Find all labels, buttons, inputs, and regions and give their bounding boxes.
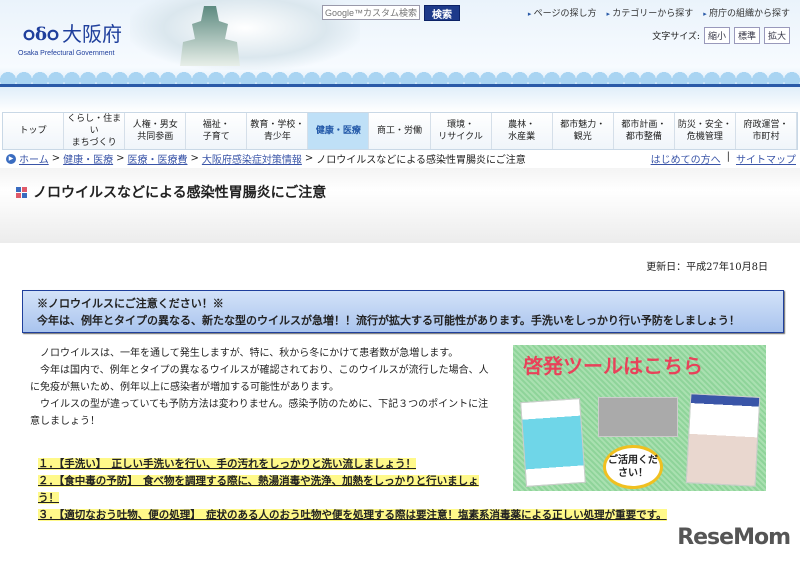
page-title: ノロウイルスなどによる感染性胃腸炎にご注意 bbox=[16, 182, 326, 202]
search-button[interactable]: 検索 bbox=[424, 5, 460, 21]
paragraph: 今年は国内で、例年とタイプの異なるウイルスが確認されており、このウイルスが流行し… bbox=[30, 365, 489, 393]
nav-item[interactable]: 農林・ 水産業 bbox=[492, 113, 553, 149]
title-bar: ノロウイルスなどによる感染性胃腸炎にご注意 bbox=[0, 168, 800, 243]
notice-box: ※ノロウイルスにご注意ください！※ 今年は、例年とタイプの異なる、新たな型のウイ… bbox=[22, 290, 784, 333]
breadcrumb-sep: > bbox=[116, 153, 125, 164]
breadcrumb-sep: > bbox=[304, 153, 314, 164]
site-logo[interactable]: ｏδｏ 大阪府 bbox=[20, 18, 122, 47]
breadcrumb-sep: > bbox=[190, 153, 199, 164]
nav-item[interactable]: 府政運営・ 市町村 bbox=[736, 113, 798, 149]
nav-item[interactable]: トップ bbox=[3, 113, 65, 149]
nav-item[interactable]: 商工・労働 bbox=[369, 113, 431, 149]
font-larger-button[interactable]: 拡大 bbox=[763, 27, 790, 44]
logo-en: Osaka Prefectural Government bbox=[18, 50, 115, 57]
breadcrumb-current: ノロウイルスなどによる感染性胃腸炎にご注意 bbox=[316, 155, 526, 166]
page-title-text: ノロウイルスなどによる感染性胃腸炎にご注意 bbox=[33, 185, 327, 201]
font-smaller-button[interactable]: 縮小 bbox=[703, 27, 730, 44]
breadcrumb-arrow-icon: ▶ bbox=[6, 153, 16, 164]
nav-item-active[interactable]: 健康・医療 bbox=[308, 113, 370, 149]
intro-text: ノロウイルスは、一年を通して発生しますが、特に、秋から冬にかけて患者数が急増しま… bbox=[30, 345, 490, 430]
nav-item[interactable]: 都市計画・ 都市整備 bbox=[614, 113, 675, 149]
breadcrumb: ▶ ホーム > 健康・医療 > 医療・医療費 > 大阪府感染症対策情報 > ノロウイルス… bbox=[6, 151, 796, 166]
font-size-label: 文字サイズ: bbox=[652, 32, 700, 42]
divider: | bbox=[726, 151, 730, 162]
tool-banner-title: 啓発ツールはこちら bbox=[523, 354, 703, 378]
nav-item[interactable]: 都市魅力・ 観光 bbox=[553, 113, 614, 149]
global-nav: トップ くらし・住まい まちづくり 人権・男女 共同参画 福祉・ 子育て 教育・… bbox=[2, 112, 798, 150]
font-normal-button[interactable]: 標準 bbox=[733, 27, 760, 44]
breadcrumb-home[interactable]: ホーム bbox=[19, 151, 49, 166]
sitemap-link[interactable]: サイトマップ bbox=[736, 151, 796, 166]
skyline-decoration bbox=[0, 66, 800, 86]
breadcrumb-health[interactable]: 健康・医療 bbox=[63, 151, 113, 166]
point-item: １．【手洗い】 正しい手洗いを行い、手の汚れをしっかりと洗い流しましょう！ bbox=[38, 458, 416, 470]
logo-text: 大阪府 bbox=[62, 22, 123, 46]
search-input[interactable] bbox=[322, 5, 420, 20]
notice-heading: ※ノロウイルスにご注意ください！※ bbox=[37, 297, 224, 310]
video-thumbnail bbox=[598, 397, 678, 437]
title-squares-icon bbox=[16, 186, 27, 198]
updated-date: 更新日：平成27年10月8日 bbox=[646, 262, 768, 273]
nav-item[interactable]: 防災・安全・ 危機管理 bbox=[675, 113, 736, 149]
link-category[interactable]: カテゴリーから探す bbox=[606, 6, 693, 19]
paragraph: ウイルスの型が違っていても予防方法は変わりません。感染予防のために、下記３つのポ… bbox=[30, 399, 489, 427]
point-item: ２．【食中毒の予防】 食べ物を調理する際に、熱湯消毒や洗浄、加熱をしっかりと行い… bbox=[38, 475, 479, 504]
resemom-watermark: ReseMom bbox=[677, 525, 791, 550]
breadcrumb-medical[interactable]: 医療・医療費 bbox=[127, 151, 187, 166]
link-organization[interactable]: 府庁の組織から探す bbox=[703, 6, 790, 19]
link-page-search-guide[interactable]: ページの探し方 bbox=[528, 6, 597, 19]
nav-item[interactable]: 福祉・ 子育て bbox=[186, 113, 248, 149]
handwash-poster-image bbox=[685, 393, 761, 487]
logo-mark-icon: ｏδｏ bbox=[20, 23, 62, 45]
nav-item[interactable]: 環境・ リサイクル bbox=[431, 113, 492, 149]
leaflet-image bbox=[520, 398, 586, 487]
point-item: ３．【適切なおう吐物、便の処理】 症状のある人のおう吐物や便を処理する際は要注意… bbox=[38, 509, 667, 521]
tool-badge: ご活用ください！ bbox=[603, 445, 663, 489]
nav-item[interactable]: くらし・住まい まちづくり bbox=[64, 113, 126, 149]
nav-item[interactable]: 人権・男女 共同参画 bbox=[125, 113, 187, 149]
font-size-control: 文字サイズ: 縮小 標準 拡大 bbox=[652, 27, 790, 44]
breadcrumb-infection[interactable]: 大阪府感染症対策情報 bbox=[202, 151, 302, 166]
nav-item[interactable]: 教育・学校・ 青少年 bbox=[247, 113, 309, 149]
top-links: ページの探し方 カテゴリーから探す 府庁の組織から探す bbox=[528, 6, 790, 19]
notice-text: 今年は、例年とタイプの異なる、新たな型のウイルスが急増！！流行が拡大する可能性が… bbox=[37, 314, 740, 327]
paragraph: ノロウイルスは、一年を通して発生しますが、特に、秋から冬にかけて患者数が急増しま… bbox=[40, 348, 459, 359]
site-header: ｏδｏ大阪府 Osaka Prefectural Government 検索 ペ… bbox=[0, 0, 800, 112]
search-form: 検索 bbox=[322, 5, 460, 21]
first-visit-link[interactable]: はじめての方へ bbox=[651, 151, 721, 166]
breadcrumb-sep: > bbox=[51, 153, 61, 164]
header-divider bbox=[0, 84, 800, 87]
awareness-tool-banner[interactable]: 啓発ツールはこちら ご活用ください！ bbox=[513, 345, 766, 491]
